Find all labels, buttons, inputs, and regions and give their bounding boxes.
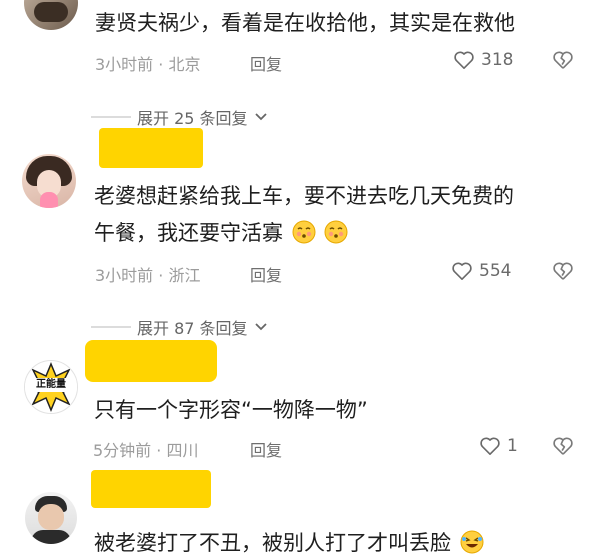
expand-replies-label: 展开 87 条回复 xyxy=(137,319,248,338)
username-redaction xyxy=(91,470,211,508)
expand-replies-link[interactable]: 展开 25 条回复 xyxy=(91,105,268,129)
comment-text: 妻贤夫祸少，看着是在收拾他，其实是在救他 xyxy=(95,11,515,35)
dislike-button[interactable] xyxy=(552,436,574,460)
broken-heart-icon xyxy=(553,262,573,280)
comment-text-line-2-content: 午餐，我还要守活寡 xyxy=(94,221,283,245)
like-button[interactable]: 554 xyxy=(451,261,511,281)
like-button[interactable]: 1 xyxy=(479,436,518,456)
blushing-emoji-icon xyxy=(324,220,348,244)
chevron-down-icon xyxy=(254,113,267,121)
like-count: 554 xyxy=(479,261,512,281)
comment-text-line-1: 老婆想赶紧给我上车，要不进去吃几天免费的 xyxy=(94,184,514,208)
expand-replies-label: 展开 25 条回复 xyxy=(137,109,248,128)
divider-line xyxy=(91,326,131,328)
comment-text: 被老婆打了不丑，被别人打了才叫丢脸 xyxy=(94,526,484,560)
heart-icon xyxy=(452,262,472,280)
dislike-button[interactable] xyxy=(552,50,574,74)
like-button[interactable]: 318 xyxy=(453,50,513,70)
broken-heart-icon xyxy=(553,437,573,455)
avatar-label: 正能量 xyxy=(25,378,77,392)
username-redaction xyxy=(99,128,203,168)
comment-time-location: 3小时前 · 浙江 xyxy=(95,266,201,285)
blushing-emoji-icon xyxy=(292,220,316,244)
broken-heart-icon xyxy=(553,51,573,69)
like-count: 1 xyxy=(507,436,518,456)
chevron-down-icon xyxy=(254,323,267,331)
like-count: 318 xyxy=(481,50,514,70)
dislike-button[interactable] xyxy=(552,261,574,285)
heart-icon xyxy=(454,51,474,69)
reply-button[interactable]: 回复 xyxy=(250,51,282,75)
comment-text-content: 被老婆打了不丑，被别人打了才叫丢脸 xyxy=(94,531,451,555)
divider-line xyxy=(91,116,131,118)
reply-button[interactable]: 回复 xyxy=(250,437,282,461)
comment-text: 只有一个字形容“一物降一物” xyxy=(94,398,368,422)
comment-time-location: 5分钟前 · 四川 xyxy=(93,441,199,460)
rolling-laughing-emoji-icon xyxy=(460,530,484,554)
heart-icon xyxy=(480,437,500,455)
comment-time-location: 3小时前 · 北京 xyxy=(95,55,201,74)
avatar-commenter-3[interactable]: 正能量 xyxy=(24,360,78,414)
expand-replies-link[interactable]: 展开 87 条回复 xyxy=(91,315,268,339)
avatar-commenter-4[interactable] xyxy=(25,492,77,544)
reply-button[interactable]: 回复 xyxy=(250,262,282,286)
avatar-commenter-1[interactable] xyxy=(24,0,78,30)
username-redaction xyxy=(85,340,217,382)
avatar-commenter-2[interactable] xyxy=(22,154,76,208)
comment-text-line-2: 午餐，我还要守活寡 xyxy=(94,216,348,250)
